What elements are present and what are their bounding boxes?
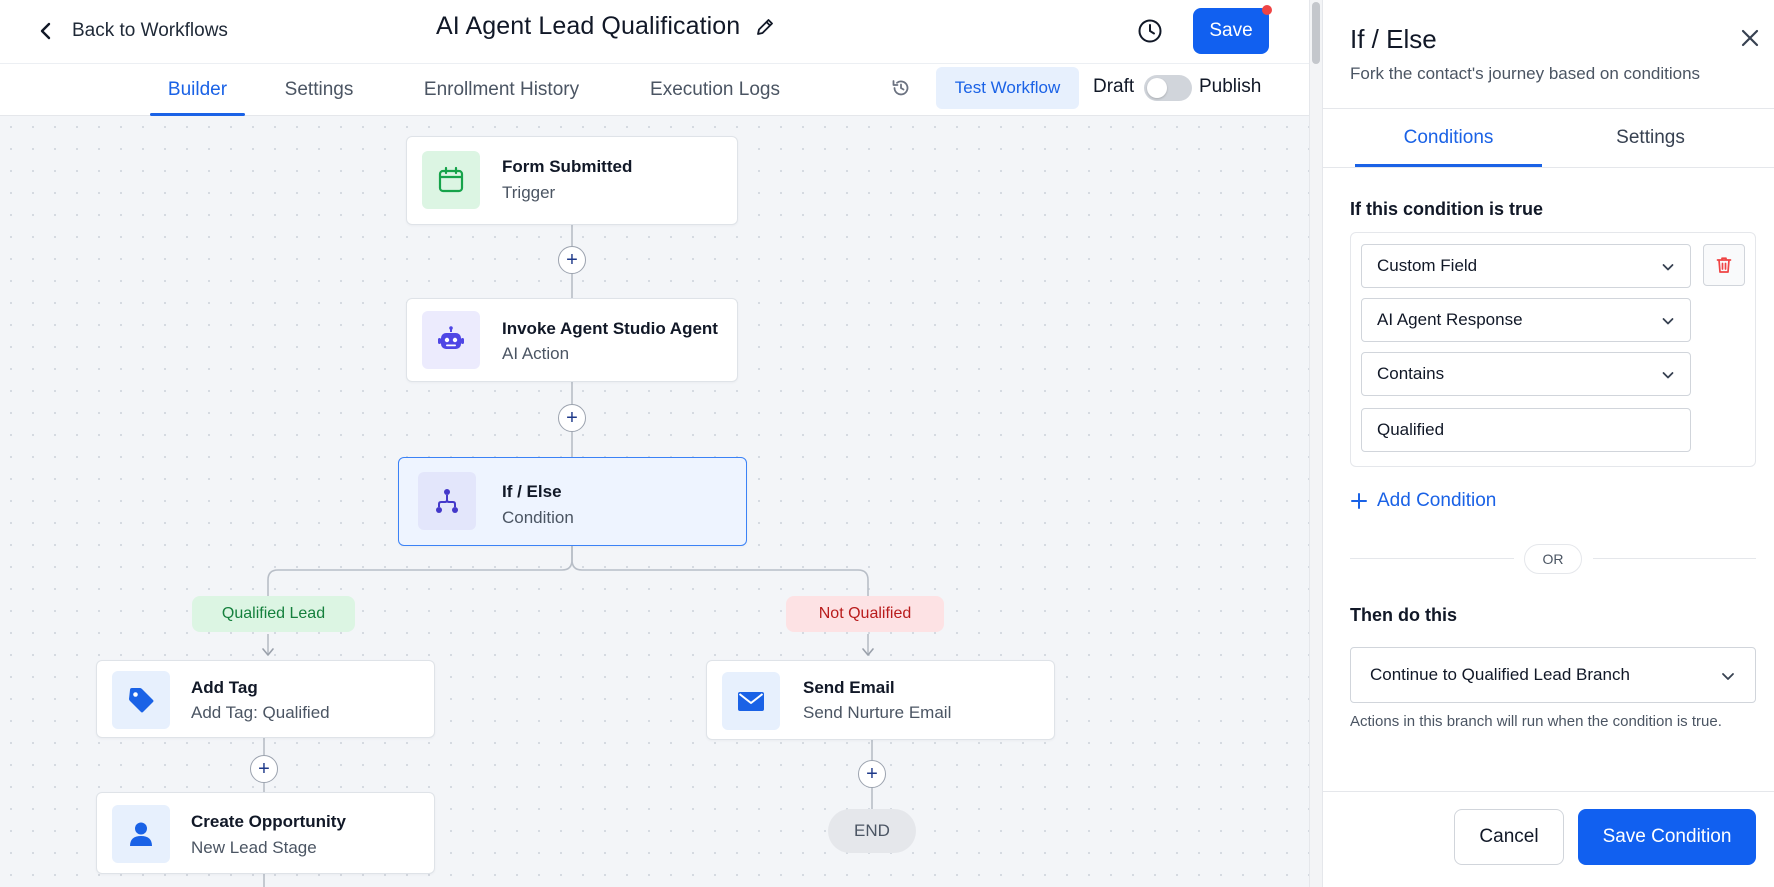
operator-value: Contains	[1377, 364, 1445, 383]
add-step-button[interactable]: +	[858, 760, 886, 788]
if-condition-label: If this condition is true	[1350, 199, 1543, 219]
vertical-scrollbar[interactable]	[1309, 0, 1322, 887]
tag-icon	[112, 671, 170, 729]
draft-label: Draft	[1093, 76, 1135, 97]
calendar-icon	[422, 151, 480, 209]
tab-builder[interactable]: Builder	[150, 64, 245, 116]
panel-title: If / Else	[1350, 24, 1437, 54]
add-condition-label: Add Condition	[1377, 490, 1497, 511]
node-title: Add Tag	[191, 678, 258, 697]
then-label: Then do this	[1350, 605, 1457, 625]
chevron-down-icon	[1662, 264, 1674, 271]
node-title: If / Else	[502, 482, 562, 501]
then-action-value: Continue to Qualified Lead Branch	[1370, 665, 1630, 684]
node-title: Send Email	[803, 678, 895, 697]
node-subtitle: New Lead Stage	[191, 838, 317, 857]
workflow-title-group: AI Agent Lead Qualification	[436, 12, 776, 41]
clock-icon[interactable]	[1135, 16, 1165, 46]
field-select[interactable]: AI Agent Response	[1361, 298, 1691, 342]
panel-tab-settings[interactable]: Settings	[1563, 110, 1738, 166]
branch-label-not-qualified[interactable]: Not Qualified	[786, 596, 944, 632]
if-else-panel: If / Else Fork the contact's journey bas…	[1322, 0, 1774, 887]
branch-icon	[418, 472, 476, 530]
or-divider-right	[1593, 558, 1756, 559]
condition-value-input[interactable]: Qualified	[1361, 408, 1691, 452]
branch-label-qualified[interactable]: Qualified Lead	[192, 596, 355, 632]
condition-value: Qualified	[1377, 420, 1445, 439]
panel-tab-conditions[interactable]: Conditions	[1355, 110, 1542, 167]
robot-icon	[422, 311, 480, 369]
or-separator: OR	[1524, 544, 1582, 574]
node-subtitle: AI Action	[502, 344, 570, 363]
chevron-left-icon	[40, 22, 51, 40]
divider	[1323, 791, 1774, 792]
panel-subtitle: Fork the contact's journey based on cond…	[1350, 64, 1701, 83]
tab-settings[interactable]: Settings	[274, 64, 364, 116]
history-icon[interactable]	[890, 77, 912, 99]
top-bar: Back to Workflows AI Agent Lead Qualific…	[0, 0, 1309, 64]
add-step-button[interactable]: +	[558, 404, 586, 432]
add-step-button[interactable]: +	[558, 246, 586, 274]
workflow-title: AI Agent Lead Qualification	[436, 12, 741, 40]
node-send-email[interactable]: Send Email Send Nurture Email	[706, 660, 1055, 740]
node-subtitle: Condition	[502, 508, 574, 527]
scrollbar-thumb[interactable]	[1312, 2, 1320, 64]
chevron-down-icon	[1662, 372, 1674, 379]
back-to-workflows-link[interactable]: Back to Workflows	[36, 16, 228, 46]
publish-toggle[interactable]	[1144, 75, 1192, 101]
delete-condition-button[interactable]	[1703, 244, 1745, 286]
node-create-opportunity[interactable]: Create Opportunity New Lead Stage	[96, 792, 435, 874]
save-button[interactable]: Save	[1193, 8, 1269, 54]
workflow-canvas[interactable]: Form Submitted Trigger + Invoke Agent St…	[0, 116, 1309, 887]
user-icon	[112, 805, 170, 863]
node-title: Form Submitted	[502, 157, 633, 176]
or-divider-left	[1350, 558, 1514, 559]
save-condition-button[interactable]: Save Condition	[1578, 809, 1756, 865]
unsaved-indicator-dot	[1262, 5, 1272, 15]
node-add-tag[interactable]: Add Tag Add Tag: Qualified	[96, 660, 435, 738]
end-node: END	[828, 809, 916, 853]
add-step-button[interactable]: +	[250, 755, 278, 783]
cancel-button[interactable]: Cancel	[1454, 809, 1564, 865]
node-if-else[interactable]: If / Else Condition	[398, 457, 747, 546]
back-label: Back to Workflows	[72, 20, 228, 41]
chevron-down-icon	[1662, 318, 1674, 325]
test-workflow-button[interactable]: Test Workflow	[936, 67, 1079, 109]
node-subtitle: Trigger	[502, 183, 556, 202]
then-action-select[interactable]: Continue to Qualified Lead Branch	[1350, 647, 1756, 703]
close-icon[interactable]	[1738, 26, 1762, 50]
publish-label: Publish	[1199, 76, 1262, 97]
field-type-value: Custom Field	[1377, 256, 1478, 275]
node-form-submitted[interactable]: Form Submitted Trigger	[406, 136, 738, 225]
tab-enrollment-history[interactable]: Enrollment History	[409, 64, 594, 116]
node-subtitle: Add Tag: Qualified	[191, 703, 330, 722]
divider	[1323, 108, 1774, 109]
node-invoke-agent[interactable]: Invoke Agent Studio Agent AI Action	[406, 298, 738, 382]
chevron-down-icon	[1722, 673, 1734, 680]
node-title: Invoke Agent Studio Agent	[502, 319, 718, 338]
workflow-builder: Back to Workflows AI Agent Lead Qualific…	[0, 0, 1309, 887]
mail-icon	[722, 672, 780, 730]
operator-select[interactable]: Contains	[1361, 352, 1691, 396]
divider	[1323, 167, 1774, 168]
branch-helper-text: Actions in this branch will run when the…	[1350, 713, 1722, 730]
trash-icon	[1716, 257, 1732, 273]
field-type-select[interactable]: Custom Field	[1361, 244, 1691, 288]
field-value: AI Agent Response	[1377, 310, 1523, 329]
node-title: Create Opportunity	[191, 812, 346, 831]
plus-icon	[1351, 493, 1367, 509]
node-subtitle: Send Nurture Email	[803, 703, 952, 722]
tab-execution-logs[interactable]: Execution Logs	[640, 64, 790, 116]
pencil-icon[interactable]	[754, 16, 776, 38]
add-condition-button[interactable]: Add Condition	[1350, 490, 1496, 512]
